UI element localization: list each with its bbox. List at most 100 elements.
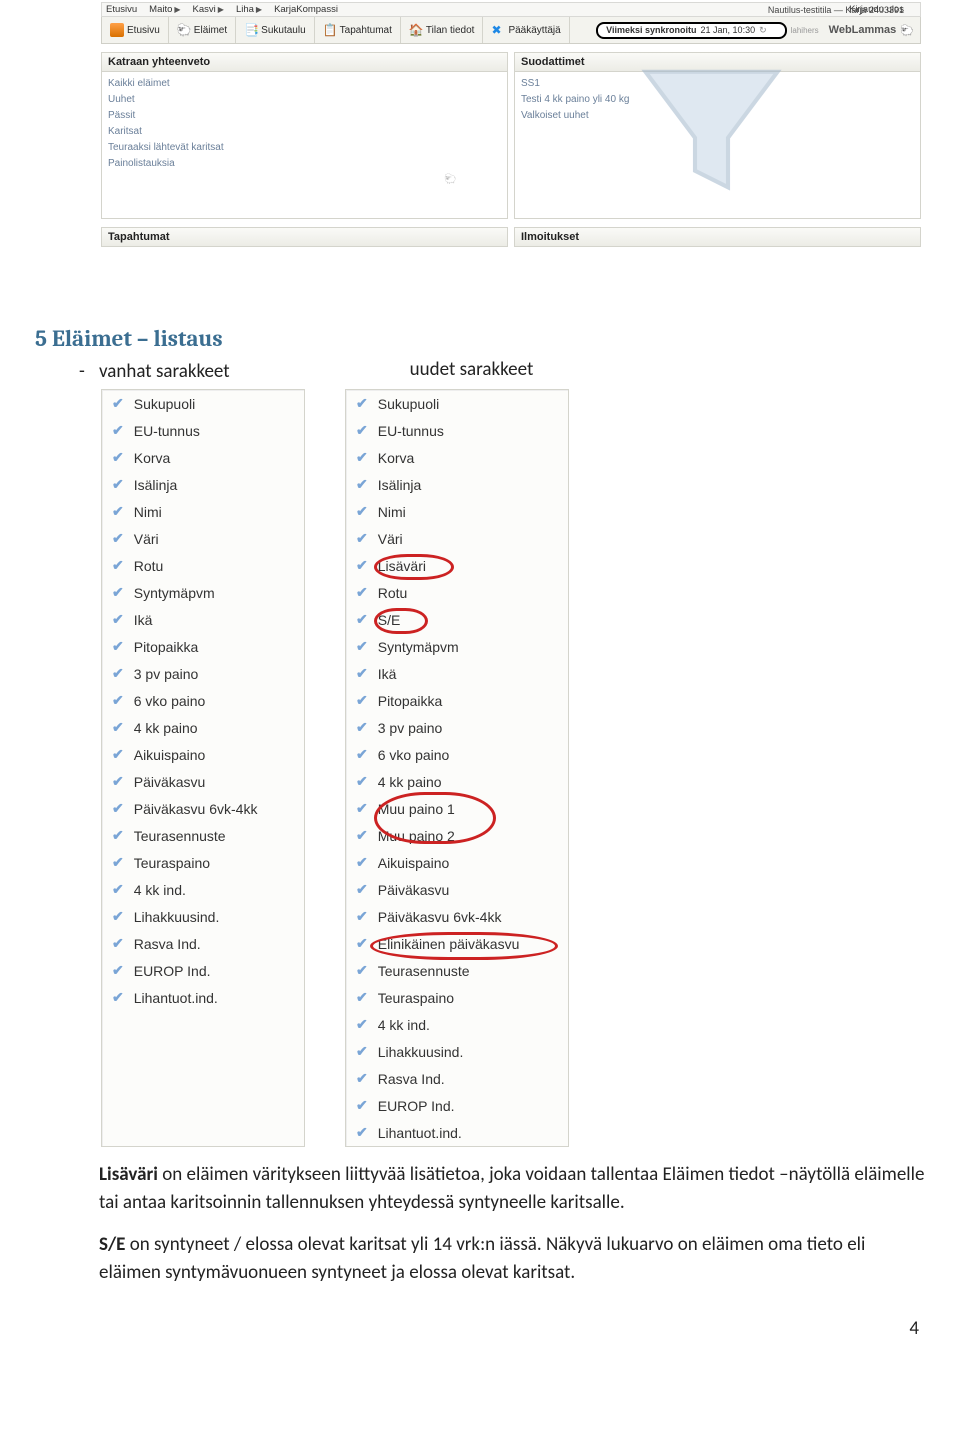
tab-etusivu[interactable]: Etusivu (102, 17, 169, 43)
list-item[interactable]: ✔Lisäväri (346, 552, 568, 579)
link-passit[interactable]: Pässit (108, 108, 501, 124)
list-item[interactable]: ✔Nimi (102, 498, 304, 525)
check-icon: ✔ (112, 773, 124, 790)
check-icon: ✔ (356, 692, 368, 709)
link-paino[interactable]: Painolistauksia (108, 156, 501, 172)
list-item[interactable]: ✔Teurasennuste (346, 957, 568, 984)
brand-name: WebLammas (829, 24, 914, 37)
menu-maito-label: Maito (149, 4, 172, 15)
check-icon: ✔ (112, 746, 124, 763)
list-item[interactable]: ✔Muu paino 2 (346, 822, 568, 849)
list-item[interactable]: ✔Päiväkasvu 6vk-4kk (102, 795, 304, 822)
list-item[interactable]: ✔Päiväkasvu (346, 876, 568, 903)
list-item[interactable]: ✔EU-tunnus (102, 417, 304, 444)
list-item[interactable]: ✔EUROP Ind. (346, 1092, 568, 1119)
list-item[interactable]: ✔3 pv paino (346, 714, 568, 741)
sync-info-highlighted: Viimeksi synkronoitu 21 Jan, 10:30 ↻ (596, 22, 786, 39)
sync-time: 21 Jan, 10:30 (701, 25, 756, 35)
check-icon: ✔ (112, 665, 124, 682)
list-item[interactable]: ✔Teuraspaino (102, 849, 304, 876)
tab-paakayttaja[interactable]: Pääkäyttäjä (483, 17, 569, 43)
list-item[interactable]: ✔4 kk ind. (102, 876, 304, 903)
tab-elaimet[interactable]: Eläimet (169, 17, 236, 43)
brand-karja: Karja (845, 5, 866, 15)
list-item[interactable]: ✔3 pv paino (102, 660, 304, 687)
clipboard-icon (323, 23, 337, 37)
refresh-icon[interactable]: ↻ (759, 25, 767, 36)
check-icon: ✔ (356, 503, 368, 520)
link-kaikki[interactable]: Kaikki eläimet (108, 76, 501, 92)
list-item[interactable]: ✔Päiväkasvu (102, 768, 304, 795)
list-item[interactable]: ✔Pitopaikka (346, 687, 568, 714)
list-item[interactable]: ✔Teurasennuste (102, 822, 304, 849)
funnel-icon (509, 47, 914, 212)
list-item[interactable]: ✔6 vko paino (102, 687, 304, 714)
list-item[interactable]: ✔S/E (346, 606, 568, 633)
list-item[interactable]: ✔Pitopaikka (102, 633, 304, 660)
sync-box: Viimeksi synkronoitu 21 Jan, 10:30 ↻ lah… (606, 17, 920, 43)
list-item[interactable]: ✔Syntymäpvm (346, 633, 568, 660)
list-item[interactable]: ✔Väri (102, 525, 304, 552)
list-item[interactable]: ✔4 kk paino (102, 714, 304, 741)
check-icon: ✔ (356, 1070, 368, 1087)
list-item[interactable]: ✔Lihakkuusind. (346, 1038, 568, 1065)
tab-paakayttaja-label: Pääkäyttäjä (508, 25, 560, 36)
list-item[interactable]: ✔Rotu (346, 579, 568, 606)
list-item[interactable]: ✔Teuraspaino (346, 984, 568, 1011)
list-item[interactable]: ✔Ikä (102, 606, 304, 633)
list-item[interactable]: ✔Rasva Ind. (346, 1065, 568, 1092)
list-item[interactable]: ✔Lihakkuusind. (102, 903, 304, 930)
list-item[interactable]: ✔Korva (102, 444, 304, 471)
link-teuraaksi[interactable]: Teuraaksi lähtevät karitsat (108, 140, 501, 156)
menu-kasvi[interactable]: Kasvi▶ (193, 4, 224, 15)
list-item[interactable]: ✔Aikuispaino (102, 741, 304, 768)
list-item[interactable]: ✔Rotu (102, 552, 304, 579)
list-item[interactable]: ✔EU-tunnus (346, 417, 568, 444)
menu-liha[interactable]: Liha▶ (236, 4, 262, 15)
list-item[interactable]: ✔Sukupuoli (346, 390, 568, 417)
link-karitsat[interactable]: Karitsat (108, 124, 501, 140)
list-item[interactable]: ✔6 vko paino (346, 741, 568, 768)
list-item[interactable]: ✔Sukupuoli (102, 390, 304, 417)
menu-etusivu[interactable]: Etusivu (106, 4, 137, 15)
check-icon: ✔ (356, 1124, 368, 1141)
list-item[interactable]: ✔4 kk paino (346, 768, 568, 795)
check-icon: ✔ (356, 395, 368, 412)
para-se-text: on syntyneet / elossa olevat karitsat yl… (99, 1233, 865, 1284)
list-item[interactable]: ✔Aikuispaino (346, 849, 568, 876)
sheep-logo-icon (900, 24, 914, 37)
list-item[interactable]: ✔Isälinja (102, 471, 304, 498)
link-uuhet[interactable]: Uuhet (108, 92, 501, 108)
list-item[interactable]: ✔Korva (346, 444, 568, 471)
list-item[interactable]: ✔Elinikäinen päiväkasvu (346, 930, 568, 957)
check-icon: ✔ (356, 530, 368, 547)
menu-karjakompassi[interactable]: KarjaKompassi (274, 4, 338, 15)
check-icon: ✔ (112, 638, 124, 655)
list-item[interactable]: ✔Rasva Ind. (102, 930, 304, 957)
tab-etusivu-label: Etusivu (127, 25, 160, 36)
menu-maito[interactable]: Maito▶ (149, 4, 180, 15)
list-item[interactable]: ✔Lihantuot.ind. (346, 1119, 568, 1146)
list-item[interactable]: ✔4 kk ind. (346, 1011, 568, 1038)
list-item[interactable]: ✔Väri (346, 525, 568, 552)
check-icon: ✔ (356, 854, 368, 871)
check-icon: ✔ (356, 935, 368, 952)
list-item[interactable]: ✔Ikä (346, 660, 568, 687)
tab-sukutaulu[interactable]: Sukutaulu (236, 17, 314, 43)
check-icon: ✔ (112, 908, 124, 925)
list-item[interactable]: ✔EUROP Ind. (102, 957, 304, 984)
brand-prefix: Nautilus-testitila (768, 5, 832, 15)
list-item[interactable]: ✔Päiväkasvu 6vk-4kk (346, 903, 568, 930)
brand-small: lahihers (791, 26, 819, 35)
tab-tilantiedot[interactable]: Tilan tiedot (401, 17, 484, 43)
list-item[interactable]: ✔Lihantuot.ind. (102, 984, 304, 1011)
list-item[interactable]: ✔Syntymäpvm (102, 579, 304, 606)
check-icon: ✔ (112, 854, 124, 871)
list-item[interactable]: ✔Nimi (346, 498, 568, 525)
tab-tapahtumat[interactable]: Tapahtumat (315, 17, 401, 43)
panel-katraa-header: Katraan yhteenveto (102, 53, 507, 72)
list-item[interactable]: ✔Muu paino 1 (346, 795, 568, 822)
check-icon: ✔ (112, 827, 124, 844)
sheep-icon (177, 23, 191, 37)
list-item[interactable]: ✔Isälinja (346, 471, 568, 498)
